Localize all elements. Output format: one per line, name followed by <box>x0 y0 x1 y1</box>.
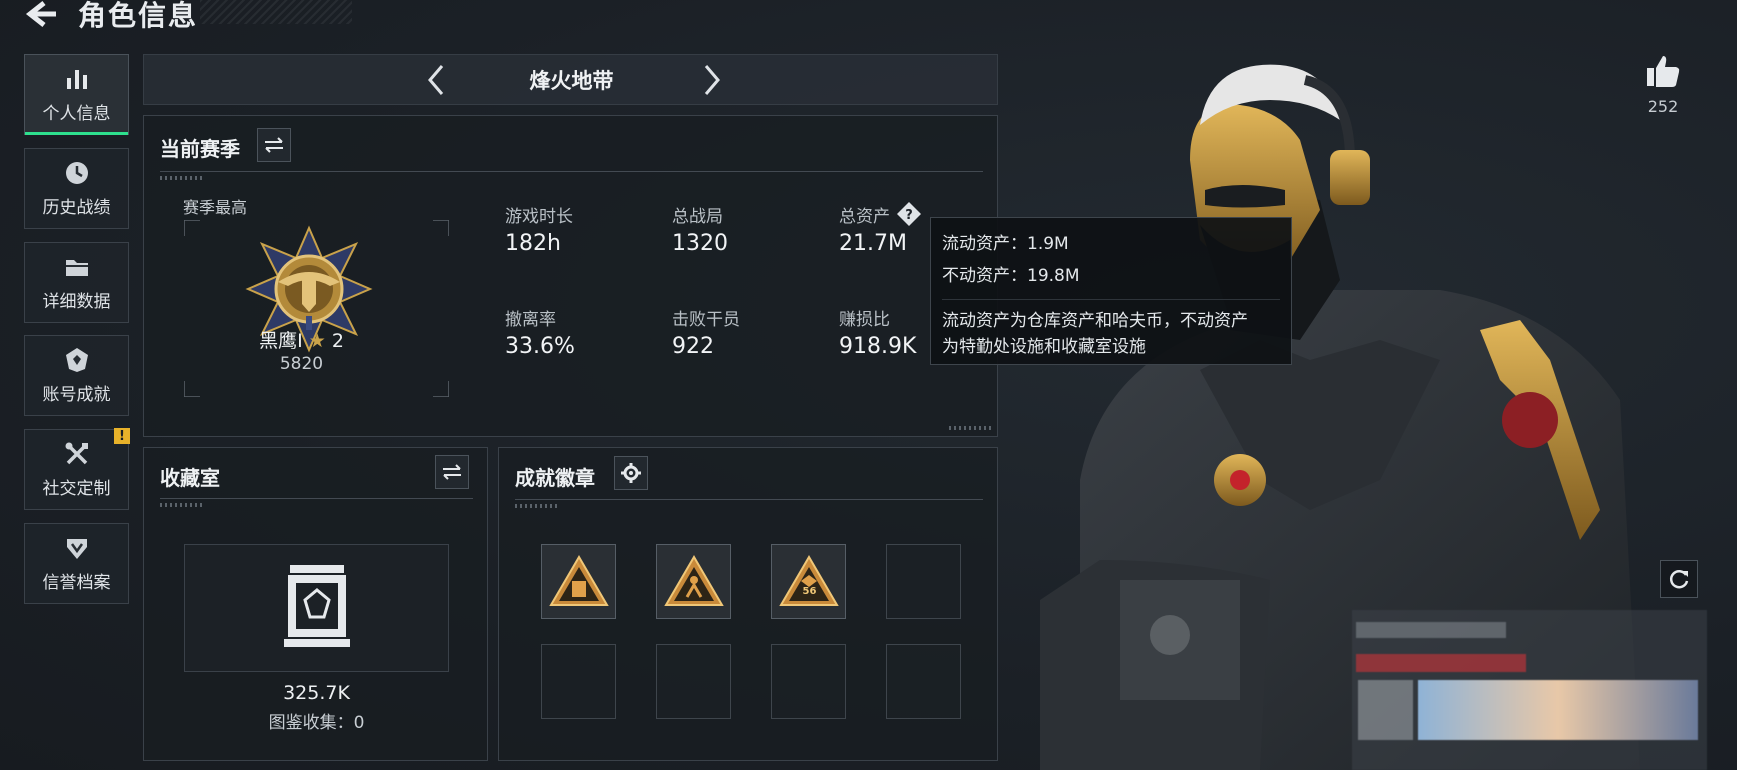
divider <box>515 499 983 500</box>
collection-switch-button[interactable] <box>435 455 469 489</box>
sidebar-item-history[interactable]: 历史战绩 <box>24 148 129 229</box>
header-decoration <box>200 0 352 24</box>
collection-panel: 收藏室 325.7K 图鉴收集：0 <box>143 447 488 761</box>
badges-title: 成就徽章 <box>515 466 595 490</box>
tools-icon <box>63 440 91 468</box>
back-arrow-icon <box>25 1 56 27</box>
collection-title: 收藏室 <box>160 466 220 490</box>
badge-slot-empty[interactable] <box>656 644 731 719</box>
sidebar-item-label: 账号成就 <box>42 385 111 405</box>
player-card <box>1352 610 1707 770</box>
divider-dots <box>160 503 202 507</box>
svg-text:?: ? <box>905 208 913 223</box>
display-case-icon <box>284 565 350 647</box>
rotate-model-button[interactable] <box>1660 560 1698 598</box>
swap-icon <box>265 137 283 153</box>
like-count: 252 <box>1647 97 1679 116</box>
divider-dots <box>515 504 557 508</box>
refresh-icon <box>1669 570 1689 589</box>
season-best-label: 赛季最高 <box>183 198 248 217</box>
badge-runner-icon <box>664 555 724 606</box>
mode-title: 烽火地带 <box>529 69 614 93</box>
redacted-name <box>1356 622 1506 638</box>
season-panel: 当前赛季 赛季最高 黑鹰I ★ 2 5820 游戏时长 182h 总战局 132… <box>143 115 998 437</box>
badge-label: 56 <box>802 586 817 597</box>
stat-value: 918.9K <box>839 334 917 359</box>
stat-label: 撤离率 <box>505 310 556 330</box>
stat-label: 总战局 <box>672 207 723 227</box>
page-title: 角色信息 <box>78 0 199 32</box>
badge-slot[interactable] <box>541 544 616 619</box>
badge-slot[interactable] <box>656 544 731 619</box>
rank-name-row: 黑鹰I ★ 2 <box>144 326 459 353</box>
achievement-icon <box>63 346 91 374</box>
like-button[interactable] <box>1643 52 1683 92</box>
collection-subtitle: 图鉴收集：0 <box>268 713 365 733</box>
divider <box>160 498 473 499</box>
star-icon: ★ <box>308 330 326 352</box>
sidebar-item-label: 信誉档案 <box>42 573 111 593</box>
mode-next-button[interactable] <box>694 61 730 99</box>
shield-icon <box>63 534 91 562</box>
badges-settings-button[interactable] <box>614 456 648 490</box>
folder-icon <box>63 253 91 281</box>
stat-value: 33.6% <box>505 334 575 359</box>
notification-badge: ! <box>114 428 130 444</box>
badge-slot-empty[interactable] <box>886 644 961 719</box>
bar-chart-icon <box>63 65 91 93</box>
total-assets-help-button[interactable]: ? <box>896 201 922 227</box>
badge-vault-icon <box>549 555 609 606</box>
sidebar-item-label: 历史战绩 <box>42 198 111 218</box>
sidebar-item-account-achievements[interactable]: 账号成就 <box>24 335 129 416</box>
chevron-right-icon <box>704 65 720 95</box>
badge-slot-empty[interactable] <box>771 644 846 719</box>
corner-dots <box>949 426 991 430</box>
season-title: 当前赛季 <box>160 137 240 161</box>
thumbs-up-icon <box>1647 56 1680 87</box>
redacted-banner-image <box>1418 680 1698 740</box>
tooltip-divider <box>942 298 1280 300</box>
collection-value: 325.7K <box>283 682 350 704</box>
stat-label: 游戏时长 <box>505 207 573 227</box>
rank-name: 黑鹰I <box>259 330 303 352</box>
badge-dice-icon <box>779 555 839 606</box>
tooltip-fixed-assets: 不动资产：19.8M <box>942 266 1080 287</box>
sidebar-item-label: 社交定制 <box>42 479 111 499</box>
sidebar-item-label: 个人信息 <box>42 104 111 124</box>
sidebar-item-reputation[interactable]: 信誉档案 <box>24 523 129 604</box>
badges-panel: 成就徽章 56 <box>498 447 998 761</box>
season-switch-button[interactable] <box>257 128 291 162</box>
stat-value: 182h <box>505 231 561 256</box>
stat-label: 击败干员 <box>672 310 740 330</box>
rank-stars: 2 <box>331 330 344 352</box>
stat-label: 总资产 <box>839 207 890 227</box>
sidebar-item-detail-data[interactable]: 详细数据 <box>24 242 129 323</box>
help-icon: ? <box>897 202 921 226</box>
tooltip-description-line2: 为特勤处设施和收藏室设施 <box>942 336 1146 357</box>
rank-score: 5820 <box>279 354 324 374</box>
badge-slot-empty[interactable] <box>541 644 616 719</box>
back-button[interactable] <box>22 0 62 30</box>
badge-slot-empty[interactable] <box>886 544 961 619</box>
stat-value: 1320 <box>672 231 728 256</box>
divider-dots <box>160 176 202 180</box>
total-assets-tooltip: 流动资产：1.9M 不动资产：19.8M 流动资产为仓库资产和哈夫币，不动资产 … <box>930 217 1292 365</box>
swap-icon <box>443 464 461 480</box>
sidebar-item-social-custom[interactable]: ! 社交定制 <box>24 428 130 510</box>
gear-icon <box>621 463 641 483</box>
mode-selector: 烽火地带 <box>143 54 998 105</box>
tooltip-description-line1: 流动资产为仓库资产和哈夫币，不动资产 <box>942 310 1248 331</box>
badge-slot[interactable]: 56 <box>771 544 846 619</box>
redacted-banner <box>1356 654 1526 672</box>
sidebar-item-personal-info[interactable]: 个人信息 <box>24 54 129 135</box>
tooltip-liquid-assets: 流动资产：1.9M <box>942 234 1069 254</box>
collection-display[interactable] <box>184 544 449 672</box>
stat-value: 21.7M <box>839 231 907 256</box>
divider <box>160 171 983 172</box>
sidebar-item-label: 详细数据 <box>42 292 111 312</box>
history-icon <box>63 159 91 187</box>
redacted-avatar <box>1358 680 1413 740</box>
stat-value: 922 <box>672 334 714 359</box>
stat-label: 赚损比 <box>839 310 890 330</box>
